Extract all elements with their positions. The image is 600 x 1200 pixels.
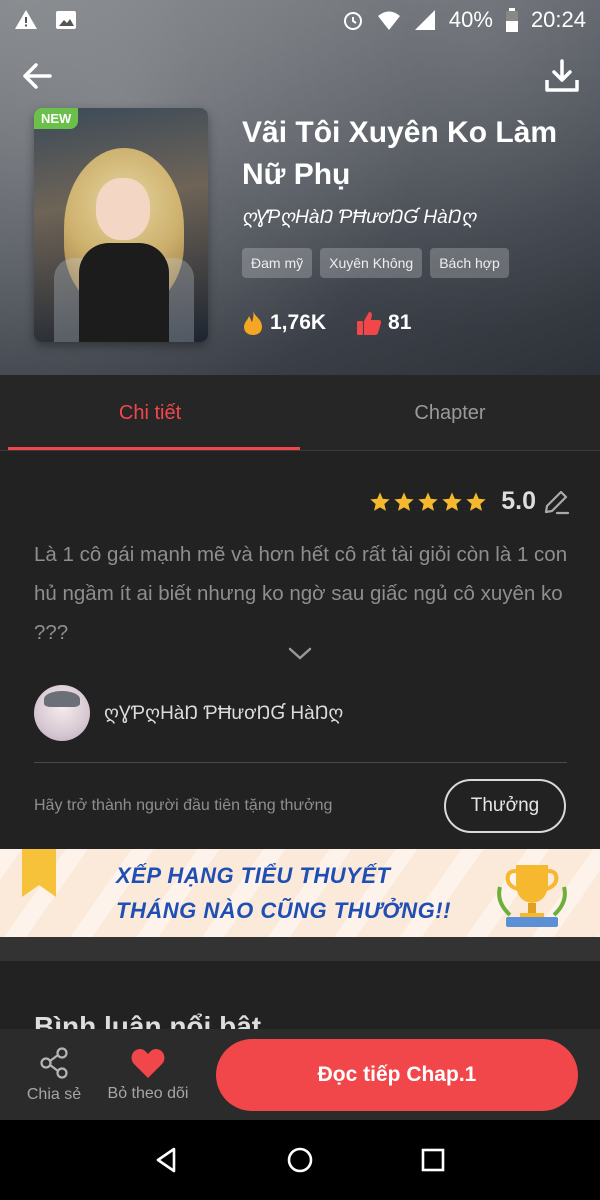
continue-reading-button[interactable]: Đọc tiếp Chap.1 (216, 1039, 578, 1111)
wifi-icon (377, 11, 400, 30)
star-icon (466, 491, 486, 511)
banner-text-line1: XẾP HẠNG TIỂU THUYẾT (116, 863, 391, 888)
genre-tags: Đam mỹ Xuyên Không Bách hợp (242, 248, 509, 278)
rating: 5.0 (369, 487, 570, 516)
battery-icon (505, 8, 518, 32)
clock: 20:24 (530, 7, 586, 32)
divider (34, 762, 567, 763)
edit-icon[interactable] (542, 488, 570, 516)
status-bar: 40% 20:24 (0, 0, 600, 40)
back-arrow-icon[interactable] (18, 56, 58, 96)
likes-count: 81 (388, 311, 412, 334)
battery-percent: 40% (448, 7, 493, 32)
warning-icon (15, 10, 37, 29)
fire-icon (244, 311, 262, 335)
tab-details[interactable]: Chi tiết (0, 375, 300, 451)
author-profile[interactable]: ღƔƤღHàŊ ƤĦươŊƓ HàŊღ (34, 685, 343, 741)
star-icon (370, 491, 390, 511)
trophy-icon (497, 865, 567, 927)
book-header: 40% 20:24 NEW Vãi Tôi Xuyên Ko Làm Nữ Ph… (0, 0, 600, 375)
download-icon[interactable] (542, 56, 582, 96)
author-name[interactable]: ღƔƤღHàŊ ƤĦươŊƓ HàŊღ (104, 702, 343, 725)
nav-back-icon[interactable] (150, 1143, 184, 1177)
book-cover (34, 108, 208, 342)
signal-icon (414, 10, 435, 30)
tag[interactable]: Xuyên Không (320, 248, 423, 278)
unfollow-button[interactable]: Bỏ theo dõi (102, 1029, 194, 1120)
section-title: Bình luận nổi bật (34, 1011, 262, 1031)
unfollow-label: Bỏ theo dõi (107, 1084, 189, 1102)
featured-comments-section: Bình luận nổi bật (0, 961, 600, 1031)
new-badge: NEW (34, 108, 79, 129)
ranking-banner[interactable]: XẾP HẠNG TIỂU THUYẾT THÁNG NÀO CŨNG THƯỞ… (0, 849, 600, 937)
tag[interactable]: Đam mỹ (242, 248, 313, 278)
views-count: 1,76K (270, 311, 327, 334)
heart-icon (131, 1048, 165, 1078)
nav-home-icon[interactable] (283, 1143, 317, 1177)
system-navigation-bar (0, 1120, 600, 1200)
star-icon (394, 491, 414, 511)
details-panel: 5.0 Là 1 cô gái mạnh mẽ và hơn hết cô rấ… (0, 451, 600, 851)
chevron-down-icon[interactable] (288, 647, 312, 661)
star-icon (418, 491, 438, 511)
thumbs-up-icon (357, 312, 382, 335)
reward-prompt: Hãy trở thành người đầu tiên tặng thưởng (34, 797, 333, 814)
book-stats: 1,76K 81 (242, 310, 411, 336)
tab-chapters[interactable]: Chapter (300, 375, 600, 451)
image-icon (56, 11, 76, 29)
tag[interactable]: Bách hợp (430, 248, 509, 278)
tab-bar: Chi tiết Chapter (0, 375, 600, 451)
avatar[interactable] (34, 685, 90, 741)
rating-value: 5.0 (501, 487, 536, 515)
book-description: Là 1 cô gái mạnh mẽ và hơn hết cô rất tà… (34, 543, 568, 644)
share-button[interactable]: Chia sẻ (20, 1029, 88, 1120)
star-icon (442, 491, 462, 511)
bottom-action-bar: Chia sẻ Bỏ theo dõi Đọc tiếp Chap.1 (0, 1029, 600, 1120)
reward-button[interactable]: Thưởng (444, 779, 566, 833)
share-icon (40, 1046, 68, 1079)
book-title: Vãi Tôi Xuyên Ko Làm Nữ Phụ (242, 116, 558, 191)
nav-recents-icon[interactable] (416, 1143, 450, 1177)
alarm-icon (343, 12, 362, 30)
rating-stars (369, 491, 487, 513)
share-label: Chia sẻ (26, 1085, 82, 1103)
book-author[interactable]: ღƔƤღHàŊ ƤĦươŊƓ HàŊღ (242, 206, 476, 229)
section-gap (0, 937, 600, 961)
banner-text-line2: THÁNG NÀO CŨNG THƯỞNG!! (116, 898, 451, 923)
